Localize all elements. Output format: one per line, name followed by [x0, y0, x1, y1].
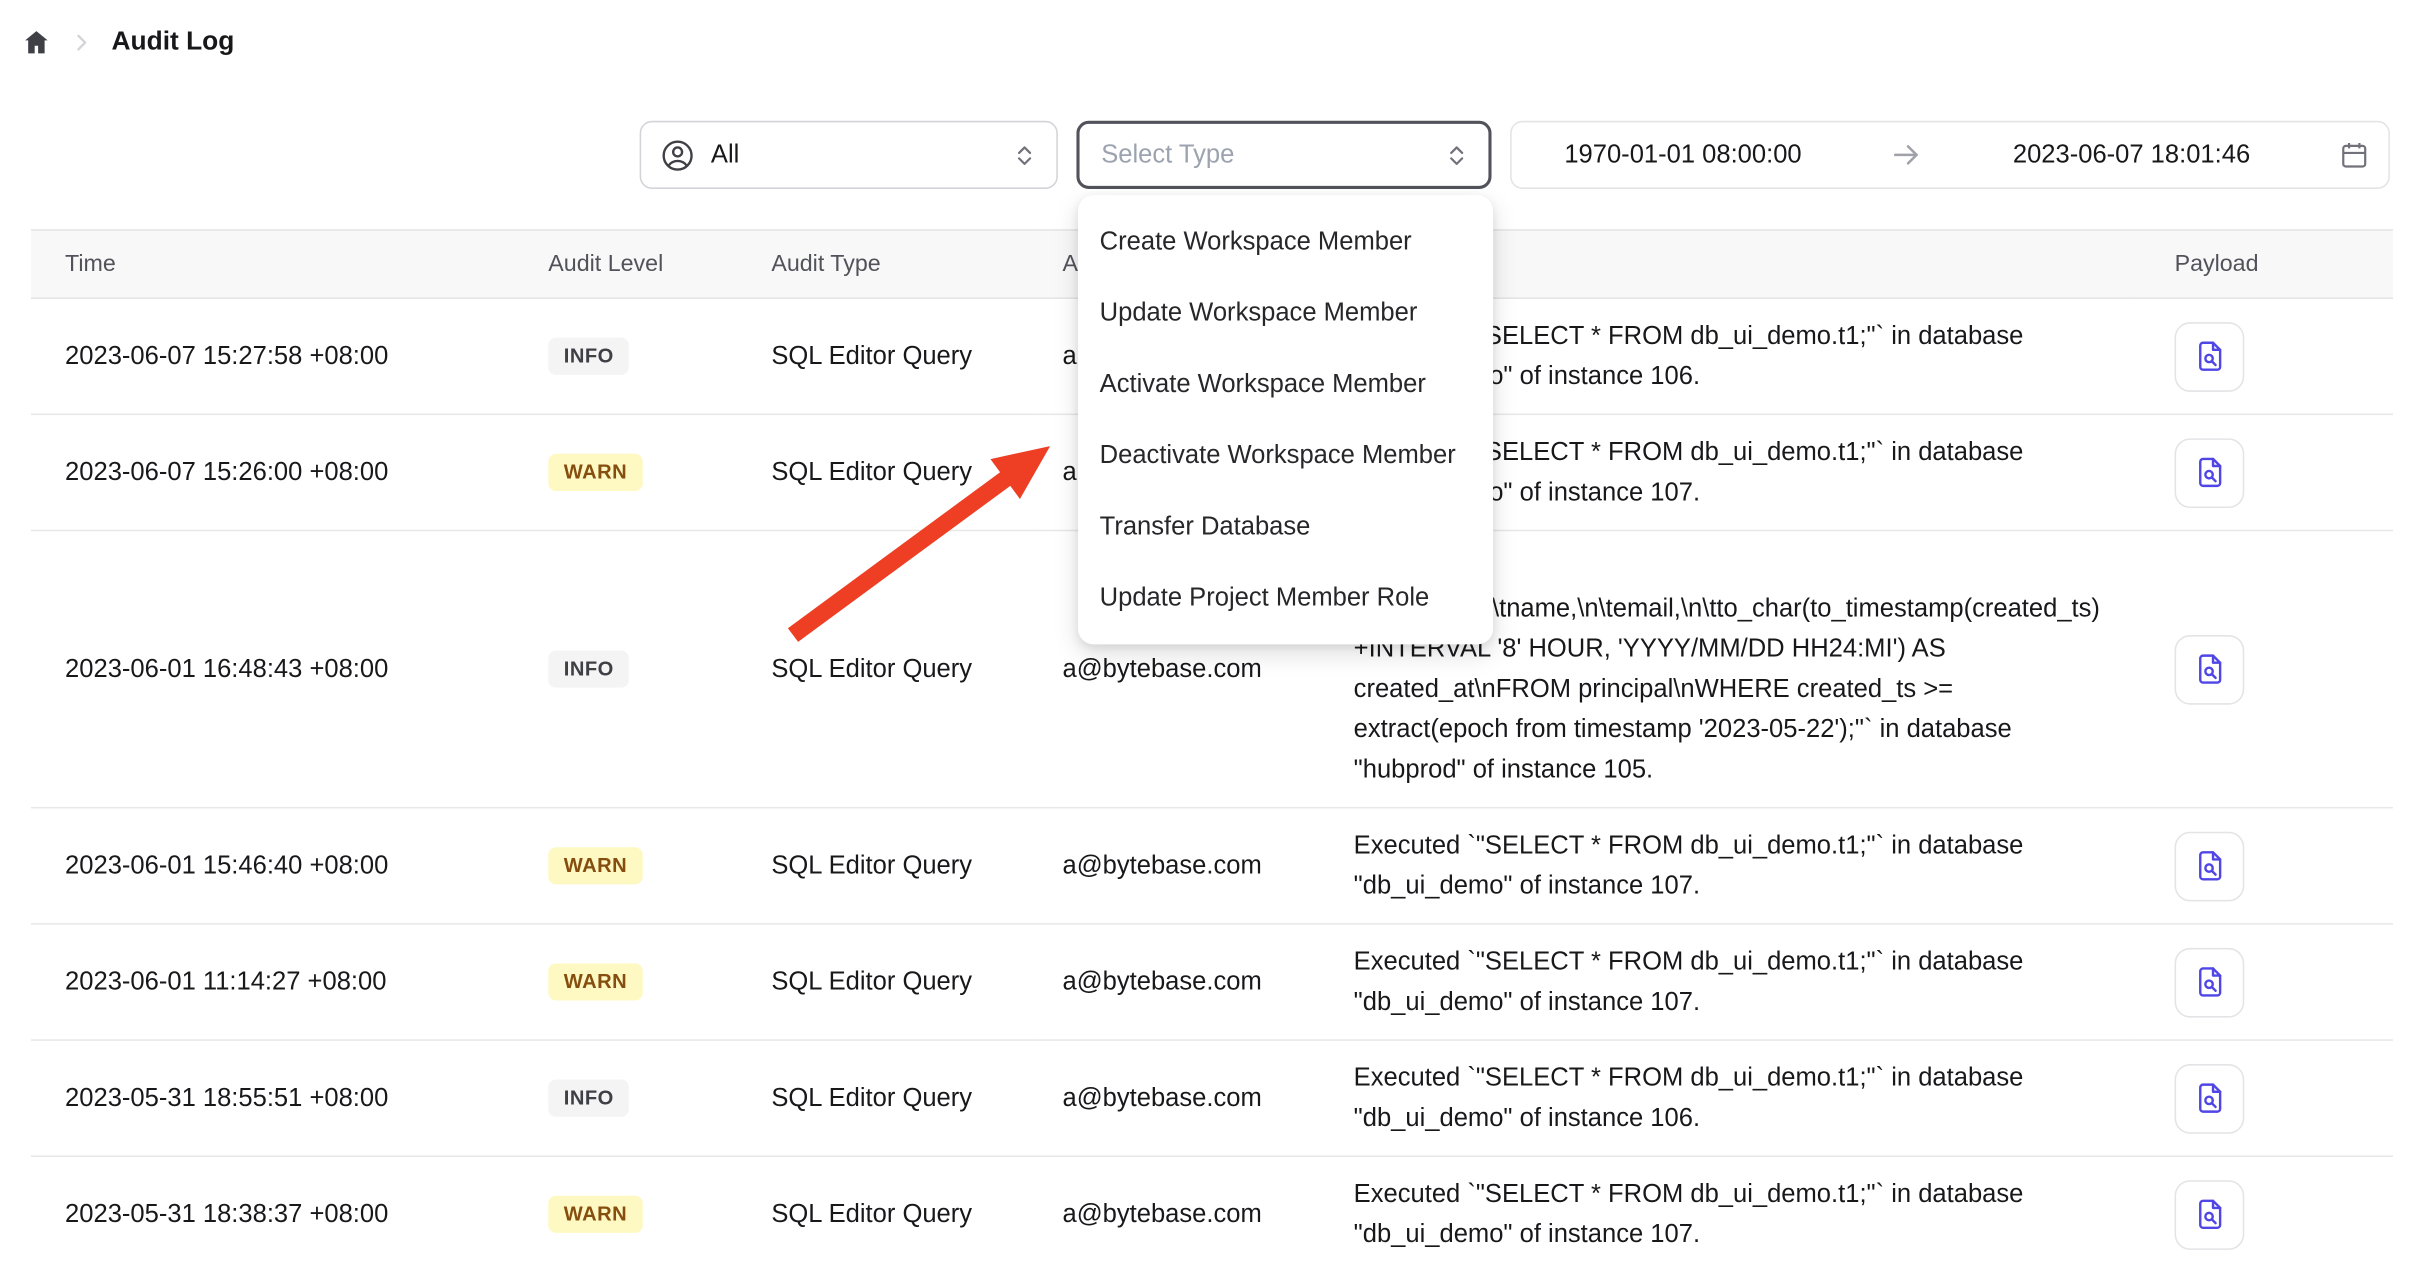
- type-filter-select[interactable]: Select Type: [1076, 121, 1491, 189]
- home-icon[interactable]: [22, 27, 51, 56]
- column-header-payload: Payload: [2134, 230, 2393, 298]
- table-row: 2023-06-01 15:46:40 +08:00 WARN SQL Edit…: [31, 808, 2393, 924]
- payload-cell: [2134, 1156, 2393, 1268]
- breadcrumb: Audit Log: [22, 26, 235, 57]
- audit-type-cell: SQL Editor Query: [747, 414, 1038, 530]
- file-search-icon: [2192, 652, 2226, 686]
- actor-filter-select[interactable]: All: [640, 121, 1058, 189]
- file-search-icon: [2192, 339, 2226, 373]
- payload-view-button[interactable]: [2175, 831, 2245, 901]
- audit-type-cell: SQL Editor Query: [747, 924, 1038, 1040]
- audit-type-cell: SQL Editor Query: [747, 1040, 1038, 1156]
- payload-view-button[interactable]: [2175, 634, 2245, 704]
- page-title: Audit Log: [112, 26, 235, 57]
- file-search-icon: [2192, 1081, 2226, 1115]
- time-cell: 2023-05-31 18:55:51 +08:00: [31, 1040, 524, 1156]
- time-cell: 2023-06-01 15:46:40 +08:00: [31, 808, 524, 924]
- breadcrumb-separator-icon: [70, 30, 93, 53]
- date-to-value: 2023-06-07 18:01:46: [2013, 140, 2250, 169]
- arrow-right-icon: [1890, 138, 1924, 172]
- payload-cell: [2134, 924, 2393, 1040]
- actor-cell: a@bytebase.com: [1038, 808, 1329, 924]
- column-header-audit-level: Audit Level: [524, 230, 747, 298]
- actor-filter-value: All: [711, 140, 996, 169]
- audit-level-badge: WARN: [548, 848, 642, 885]
- payload-cell: [2134, 414, 2393, 530]
- payload-cell: [2134, 530, 2393, 807]
- audit-level-badge: INFO: [548, 1080, 629, 1117]
- time-cell: 2023-06-01 11:14:27 +08:00: [31, 924, 524, 1040]
- payload-cell: [2134, 298, 2393, 414]
- audit-level-cell: WARN: [524, 1156, 747, 1268]
- dropdown-option-create-workspace-member[interactable]: Create Workspace Member: [1078, 206, 1493, 277]
- actor-cell: a@bytebase.com: [1038, 1156, 1329, 1268]
- comment-cell: Executed `"SELECT * FROM db_ui_demo.t1;"…: [1329, 1156, 2134, 1268]
- audit-type-cell: SQL Editor Query: [747, 530, 1038, 807]
- dropdown-option-transfer-database[interactable]: Transfer Database: [1078, 491, 1493, 562]
- filter-bar: All Select Type 1970-01-01 08:00:00 2023…: [640, 121, 2390, 189]
- payload-view-button[interactable]: [2175, 1179, 2245, 1249]
- type-filter-placeholder: Select Type: [1101, 140, 1443, 169]
- chevrons-up-down-icon: [1444, 142, 1470, 168]
- audit-level-badge: WARN: [548, 454, 642, 491]
- calendar-icon: [2339, 139, 2370, 170]
- dropdown-option-update-workspace-member[interactable]: Update Workspace Member: [1078, 277, 1493, 348]
- chevrons-up-down-icon: [1011, 142, 1037, 168]
- audit-level-cell: WARN: [524, 924, 747, 1040]
- audit-type-cell: SQL Editor Query: [747, 298, 1038, 414]
- comment-cell: Executed `"SELECT * FROM db_ui_demo.t1;"…: [1329, 924, 2134, 1040]
- audit-level-badge: INFO: [548, 338, 629, 375]
- actor-cell: a@bytebase.com: [1038, 1040, 1329, 1156]
- payload-view-button[interactable]: [2175, 321, 2245, 391]
- date-range-picker[interactable]: 1970-01-01 08:00:00 2023-06-07 18:01:46: [1510, 121, 2390, 189]
- payload-view-button[interactable]: [2175, 1063, 2245, 1133]
- audit-level-badge: WARN: [548, 964, 642, 1001]
- audit-level-badge: WARN: [548, 1196, 642, 1233]
- audit-level-badge: INFO: [548, 651, 629, 688]
- audit-level-cell: INFO: [524, 530, 747, 807]
- time-cell: 2023-06-07 15:26:00 +08:00: [31, 414, 524, 530]
- type-filter-dropdown: Create Workspace Member Update Workspace…: [1078, 195, 1493, 644]
- payload-cell: [2134, 1040, 2393, 1156]
- dropdown-option-update-project-member-role[interactable]: Update Project Member Role: [1078, 562, 1493, 633]
- table-row: 2023-06-01 11:14:27 +08:00 WARN SQL Edit…: [31, 924, 2393, 1040]
- file-search-icon: [2192, 849, 2226, 883]
- column-header-time: Time: [31, 230, 524, 298]
- audit-log-page: Audit Log All Select Type 1970-01-01 08:…: [0, 0, 2410, 1269]
- file-search-icon: [2192, 455, 2226, 489]
- comment-cell: Executed `"SELECT * FROM db_ui_demo.t1;"…: [1329, 1040, 2134, 1156]
- date-from-value: 1970-01-01 08:00:00: [1564, 140, 1801, 169]
- file-search-icon: [2192, 965, 2226, 999]
- audit-level-cell: INFO: [524, 298, 747, 414]
- time-cell: 2023-06-01 16:48:43 +08:00: [31, 530, 524, 807]
- audit-level-cell: WARN: [524, 808, 747, 924]
- payload-view-button[interactable]: [2175, 947, 2245, 1017]
- table-row: 2023-05-31 18:55:51 +08:00 INFO SQL Edit…: [31, 1040, 2393, 1156]
- time-cell: 2023-06-07 15:27:58 +08:00: [31, 298, 524, 414]
- table-row: 2023-05-31 18:38:37 +08:00 WARN SQL Edit…: [31, 1156, 2393, 1268]
- audit-type-cell: SQL Editor Query: [747, 808, 1038, 924]
- dropdown-option-deactivate-workspace-member[interactable]: Deactivate Workspace Member: [1078, 420, 1493, 491]
- audit-level-cell: INFO: [524, 1040, 747, 1156]
- audit-level-cell: WARN: [524, 414, 747, 530]
- payload-cell: [2134, 808, 2393, 924]
- person-circle-icon: [660, 137, 696, 173]
- column-header-audit-type: Audit Type: [747, 230, 1038, 298]
- dropdown-option-activate-workspace-member[interactable]: Activate Workspace Member: [1078, 348, 1493, 419]
- audit-type-cell: SQL Editor Query: [747, 1156, 1038, 1268]
- comment-cell: Executed `"SELECT * FROM db_ui_demo.t1;"…: [1329, 808, 2134, 924]
- actor-cell: a@bytebase.com: [1038, 924, 1329, 1040]
- payload-view-button[interactable]: [2175, 438, 2245, 508]
- time-cell: 2023-05-31 18:38:37 +08:00: [31, 1156, 524, 1268]
- file-search-icon: [2192, 1197, 2226, 1231]
